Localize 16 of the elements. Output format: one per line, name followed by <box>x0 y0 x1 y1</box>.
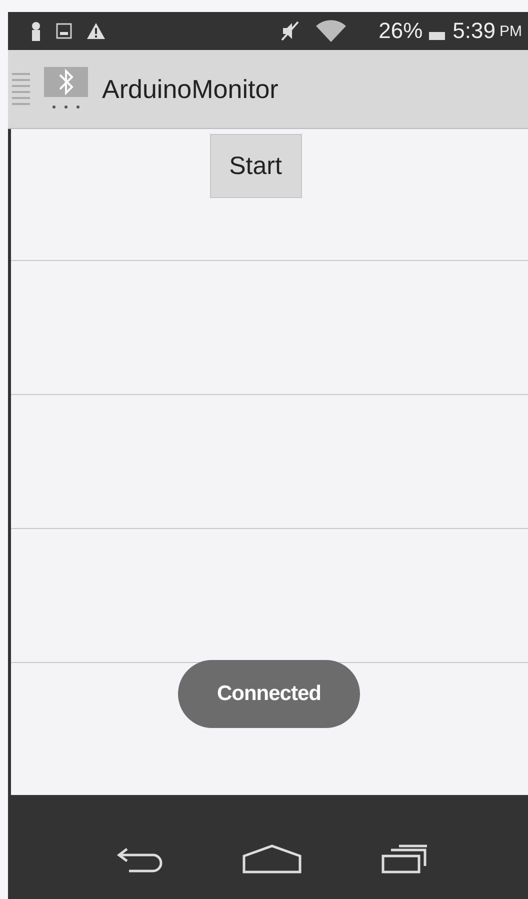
recent-apps-icon[interactable] <box>380 844 429 874</box>
toast-message: Connected <box>178 660 360 728</box>
bluetooth-icon <box>44 67 88 111</box>
battery-icon <box>428 32 445 40</box>
back-icon[interactable] <box>117 845 164 873</box>
app-title: ArduinoMonitor <box>102 74 278 104</box>
home-icon[interactable] <box>242 844 302 874</box>
image-icon <box>56 23 72 39</box>
clock-time: 5:39 <box>452 18 496 44</box>
battery-percent: 26% <box>378 18 423 44</box>
clock-period: PM <box>500 22 522 40</box>
muted-speaker-icon <box>278 20 301 42</box>
wifi-icon <box>314 19 347 43</box>
start-button[interactable]: Start <box>210 134 302 198</box>
person-icon <box>30 21 42 41</box>
warning-icon <box>86 22 106 40</box>
